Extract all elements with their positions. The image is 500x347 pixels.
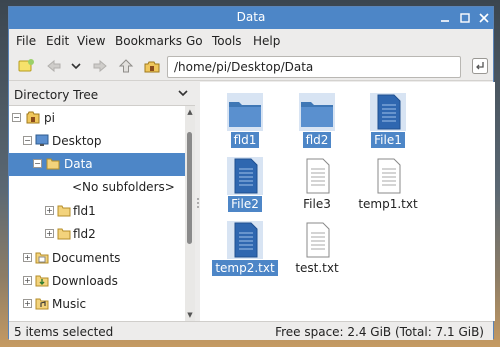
expand-icon[interactable]: + xyxy=(45,206,54,215)
menu-go[interactable]: Go xyxy=(186,34,203,48)
title-bar[interactable]: Data xyxy=(9,7,493,29)
folder-icon xyxy=(227,93,263,131)
directory-tree: − pi − Desktop − Data <No subfolders> + … xyxy=(9,106,185,321)
selection-status: 5 items selected xyxy=(14,325,114,339)
file-item-fld1[interactable]: fld1 xyxy=(210,90,280,152)
window-title: Data xyxy=(236,10,266,24)
file-name: temp2.txt xyxy=(212,260,278,276)
tree-label: fld1 xyxy=(73,204,96,218)
sidebar-scrollbar[interactable]: ▲ ▼ xyxy=(185,106,195,321)
folder-icon xyxy=(57,204,71,217)
scroll-down-icon[interactable]: ▼ xyxy=(186,311,194,319)
menu-file[interactable]: File xyxy=(16,34,36,48)
tree-label: Data xyxy=(64,157,93,171)
tree-item-fld1[interactable]: + fld1 xyxy=(9,200,185,223)
text-file-icon xyxy=(299,157,335,195)
text-file-icon xyxy=(299,221,335,259)
tree-item-fld2[interactable]: + fld2 xyxy=(9,223,185,246)
up-icon[interactable] xyxy=(115,56,137,76)
music-icon xyxy=(35,297,49,310)
scroll-up-icon[interactable]: ▲ xyxy=(186,108,194,116)
expand-icon[interactable]: + xyxy=(23,276,32,285)
tree-item-pi[interactable]: − pi xyxy=(9,107,185,130)
forward-icon[interactable] xyxy=(89,56,111,76)
collapse-icon[interactable]: − xyxy=(33,159,42,168)
tree-label: <No subfolders> xyxy=(72,180,175,194)
file-name: File1 xyxy=(371,132,405,148)
scroll-thumb[interactable] xyxy=(187,132,192,244)
go-icon[interactable] xyxy=(469,56,491,76)
document-icon xyxy=(227,157,263,195)
tree-label: pi xyxy=(44,111,55,125)
tree-label: Documents xyxy=(52,251,121,265)
file-name: temp1.txt xyxy=(358,197,418,211)
tree-label: fld2 xyxy=(73,227,96,241)
menu-edit[interactable]: Edit xyxy=(46,34,69,48)
file-name: File2 xyxy=(228,196,262,212)
tree-item-music[interactable]: + Music xyxy=(9,293,185,316)
tree-item-documents[interactable]: + Documents xyxy=(9,247,185,270)
file-name: File3 xyxy=(303,197,331,211)
file-item-file1[interactable]: File1 xyxy=(353,90,423,152)
toolbar: /home/pi/Desktop/Data xyxy=(9,51,493,81)
menu-tools[interactable]: Tools xyxy=(212,34,242,48)
file-manager-window: Data File Edit View Bookmarks Go Tools H… xyxy=(8,6,495,340)
new-tab-icon[interactable] xyxy=(15,56,37,76)
desktop-icon xyxy=(35,134,49,147)
sidebar-header[interactable]: Directory Tree xyxy=(9,82,195,106)
expand-icon[interactable]: + xyxy=(45,229,54,238)
tree-item-no-subfolders: <No subfolders> xyxy=(9,176,185,199)
home-folder-icon xyxy=(26,111,40,124)
back-icon[interactable] xyxy=(43,56,65,76)
chevron-down-icon[interactable] xyxy=(177,86,189,100)
close-icon[interactable] xyxy=(476,10,492,26)
file-item-file2[interactable]: File2 xyxy=(210,154,280,216)
status-bar: 5 items selected Free space: 2.4 GiB (To… xyxy=(9,321,493,340)
tree-label: Desktop xyxy=(52,134,102,148)
file-item-fld2[interactable]: fld2 xyxy=(282,90,352,152)
tree-label: Downloads xyxy=(52,274,118,288)
tree-item-desktop[interactable]: − Desktop xyxy=(9,130,185,153)
file-name: test.txt xyxy=(295,261,339,275)
tree-item-downloads[interactable]: + Downloads xyxy=(9,270,185,293)
file-view: fld1 fld2 File1 File2 File3 temp1.txt te… xyxy=(200,82,495,321)
file-item-test[interactable]: test.txt xyxy=(282,218,352,280)
tree-label: Music xyxy=(52,297,87,311)
menu-bookmarks[interactable]: Bookmarks xyxy=(115,34,182,48)
file-item-temp1[interactable]: temp1.txt xyxy=(353,154,423,216)
file-item-temp2[interactable]: temp2.txt xyxy=(210,218,280,280)
maximize-icon[interactable] xyxy=(457,10,473,26)
file-item-file3[interactable]: File3 xyxy=(282,154,352,216)
tree-item-data[interactable]: − Data xyxy=(9,153,185,176)
collapse-icon[interactable]: − xyxy=(23,136,32,145)
free-space-status: Free space: 2.4 GiB (Total: 7.1 GiB) xyxy=(275,325,484,339)
folder-icon xyxy=(46,157,60,170)
downloads-icon xyxy=(35,274,49,287)
text-file-icon xyxy=(370,157,406,195)
expand-icon[interactable]: + xyxy=(23,253,32,262)
folder-icon xyxy=(57,227,71,240)
home-icon[interactable] xyxy=(141,56,163,76)
documents-icon xyxy=(35,251,49,264)
file-name: fld2 xyxy=(302,132,332,148)
document-icon xyxy=(227,221,263,259)
minimize-icon[interactable] xyxy=(437,10,453,26)
history-dropdown-icon[interactable] xyxy=(65,56,87,76)
collapse-icon[interactable]: − xyxy=(12,113,21,122)
menu-help[interactable]: Help xyxy=(253,34,280,48)
sidebar-panel: Directory Tree − pi − Desktop − Data <No… xyxy=(9,82,195,321)
expand-icon[interactable]: + xyxy=(23,299,32,308)
document-icon xyxy=(370,93,406,131)
menu-view[interactable]: View xyxy=(77,34,105,48)
path-input[interactable]: /home/pi/Desktop/Data xyxy=(167,56,461,78)
sidebar-title: Directory Tree xyxy=(14,88,99,102)
menu-bar: File Edit View Bookmarks Go Tools Help xyxy=(9,29,493,51)
folder-icon xyxy=(299,93,335,131)
file-name: fld1 xyxy=(230,132,260,148)
